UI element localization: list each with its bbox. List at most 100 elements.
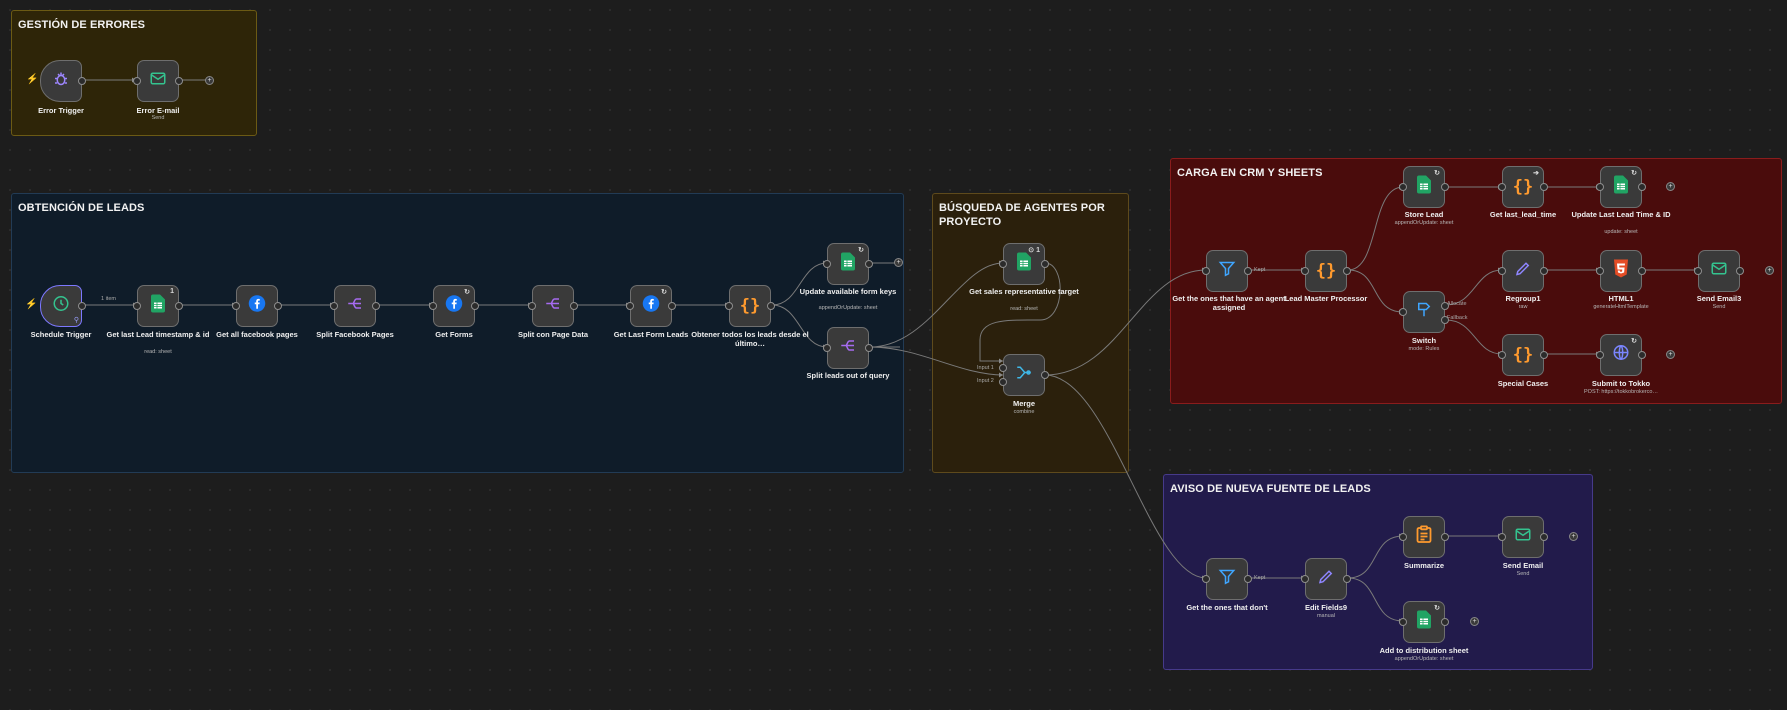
output-port[interactable] bbox=[1343, 575, 1351, 583]
node-filter-dont[interactable] bbox=[1202, 558, 1252, 600]
input-port[interactable] bbox=[1202, 267, 1210, 275]
output-port[interactable] bbox=[372, 302, 380, 310]
output-port[interactable] bbox=[668, 302, 676, 310]
output-port[interactable] bbox=[471, 302, 479, 310]
output-port[interactable] bbox=[175, 302, 183, 310]
input-port[interactable] bbox=[429, 302, 437, 310]
node-get-last-form-leads[interactable]: ↻ bbox=[626, 285, 676, 327]
node-split-page-data[interactable] bbox=[528, 285, 578, 327]
input-port[interactable] bbox=[823, 260, 831, 268]
input-port[interactable] bbox=[133, 302, 141, 310]
input-port[interactable] bbox=[1596, 351, 1604, 359]
output-port[interactable] bbox=[1540, 267, 1548, 275]
input-port[interactable] bbox=[1399, 533, 1407, 541]
output-port[interactable] bbox=[570, 302, 578, 310]
node-regroup1[interactable] bbox=[1498, 250, 1548, 292]
output-port[interactable] bbox=[865, 344, 873, 352]
node-summarize[interactable] bbox=[1399, 516, 1449, 558]
node-submit-tokko[interactable]: ↻ bbox=[1596, 334, 1646, 376]
input-port[interactable] bbox=[1498, 533, 1506, 541]
input-port[interactable] bbox=[1399, 308, 1407, 316]
input-port[interactable] bbox=[1399, 618, 1407, 626]
input-port[interactable] bbox=[528, 302, 536, 310]
merge-icon bbox=[1015, 364, 1033, 387]
input-port[interactable] bbox=[1301, 575, 1309, 583]
node-update-form-keys[interactable]: ↻ bbox=[823, 243, 873, 285]
output-port[interactable] bbox=[1441, 618, 1449, 626]
input-port[interactable] bbox=[1399, 183, 1407, 191]
input-port[interactable] bbox=[999, 364, 1007, 372]
node-get-forms[interactable]: ↻ bbox=[429, 285, 479, 327]
add-node-plus[interactable]: + bbox=[1666, 350, 1675, 359]
input-port[interactable] bbox=[626, 302, 634, 310]
node-get-last-lead[interactable]: 1 bbox=[133, 285, 183, 327]
node-lead-master[interactable]: {} bbox=[1301, 250, 1351, 292]
node-merge[interactable] bbox=[999, 354, 1049, 396]
input-port[interactable] bbox=[133, 77, 141, 85]
input-port[interactable] bbox=[725, 302, 733, 310]
output-port[interactable] bbox=[1441, 533, 1449, 541]
output-port[interactable] bbox=[1441, 302, 1449, 310]
output-port[interactable] bbox=[1638, 183, 1646, 191]
output-port[interactable] bbox=[78, 77, 86, 85]
node-send-email[interactable] bbox=[1498, 516, 1548, 558]
node-error-email[interactable] bbox=[133, 60, 183, 102]
output-port[interactable] bbox=[1244, 575, 1252, 583]
node-add-distribution[interactable]: ↻ bbox=[1399, 601, 1449, 643]
group-busqueda-agentes[interactable]: BÚSQUEDA DE AGENTES POR PROYECTO bbox=[932, 193, 1129, 473]
input-port[interactable] bbox=[1596, 267, 1604, 275]
input-port[interactable] bbox=[330, 302, 338, 310]
output-port[interactable] bbox=[274, 302, 282, 310]
input-port[interactable] bbox=[999, 378, 1007, 386]
node-edit-fields9[interactable] bbox=[1301, 558, 1351, 600]
output-port[interactable] bbox=[1041, 371, 1049, 379]
output-port[interactable] bbox=[1540, 351, 1548, 359]
input-port[interactable] bbox=[1596, 183, 1604, 191]
input-port[interactable] bbox=[1694, 267, 1702, 275]
add-node-plus[interactable]: + bbox=[1569, 532, 1578, 541]
group-carga-crm[interactable]: CARGA EN CRM Y SHEETS bbox=[1170, 158, 1782, 404]
output-port[interactable] bbox=[767, 302, 775, 310]
node-filter-assigned[interactable] bbox=[1202, 250, 1252, 292]
output-port[interactable] bbox=[175, 77, 183, 85]
node-get-fb-pages[interactable] bbox=[232, 285, 282, 327]
output-port[interactable] bbox=[1540, 533, 1548, 541]
node-send-email3[interactable] bbox=[1694, 250, 1744, 292]
output-port[interactable] bbox=[1441, 316, 1449, 324]
node-html1[interactable] bbox=[1596, 250, 1646, 292]
node-get-last-lead-time[interactable]: ➔ {} bbox=[1498, 166, 1548, 208]
input-port[interactable] bbox=[1498, 267, 1506, 275]
input-port[interactable] bbox=[823, 344, 831, 352]
output-port[interactable] bbox=[1736, 267, 1744, 275]
node-get-sales-rep[interactable]: ⊙ 1 bbox=[999, 243, 1049, 285]
node-obtener-leads[interactable]: {} bbox=[725, 285, 775, 327]
add-node-plus[interactable]: + bbox=[894, 258, 903, 267]
add-node-plus[interactable]: + bbox=[1666, 182, 1675, 191]
input-port[interactable] bbox=[232, 302, 240, 310]
output-port[interactable] bbox=[1041, 260, 1049, 268]
node-special-cases[interactable]: {} bbox=[1498, 334, 1548, 376]
input-port[interactable] bbox=[1202, 575, 1210, 583]
output-port[interactable] bbox=[1638, 267, 1646, 275]
node-store-lead[interactable]: ↻ bbox=[1399, 166, 1449, 208]
output-port[interactable] bbox=[1540, 183, 1548, 191]
node-schedule-trigger[interactable]: ⚲ bbox=[40, 285, 86, 327]
add-node-plus[interactable]: + bbox=[1470, 617, 1479, 626]
input-port[interactable] bbox=[1498, 183, 1506, 191]
node-update-last-lead-time[interactable]: ↻ bbox=[1596, 166, 1646, 208]
output-port[interactable] bbox=[1343, 267, 1351, 275]
add-node-plus[interactable]: + bbox=[1765, 266, 1774, 275]
output-port[interactable] bbox=[1638, 351, 1646, 359]
node-split-fb-pages[interactable] bbox=[330, 285, 380, 327]
input-port[interactable] bbox=[1301, 267, 1309, 275]
input-port[interactable] bbox=[1498, 351, 1506, 359]
node-switch[interactable] bbox=[1399, 291, 1449, 333]
node-split-leads-query[interactable] bbox=[823, 327, 873, 369]
output-port[interactable] bbox=[78, 302, 86, 310]
input-port[interactable] bbox=[999, 260, 1007, 268]
output-port[interactable] bbox=[1441, 183, 1449, 191]
output-port[interactable] bbox=[1244, 267, 1252, 275]
add-node-plus[interactable]: + bbox=[205, 76, 214, 85]
output-port[interactable] bbox=[865, 260, 873, 268]
node-error-trigger[interactable] bbox=[40, 60, 86, 102]
